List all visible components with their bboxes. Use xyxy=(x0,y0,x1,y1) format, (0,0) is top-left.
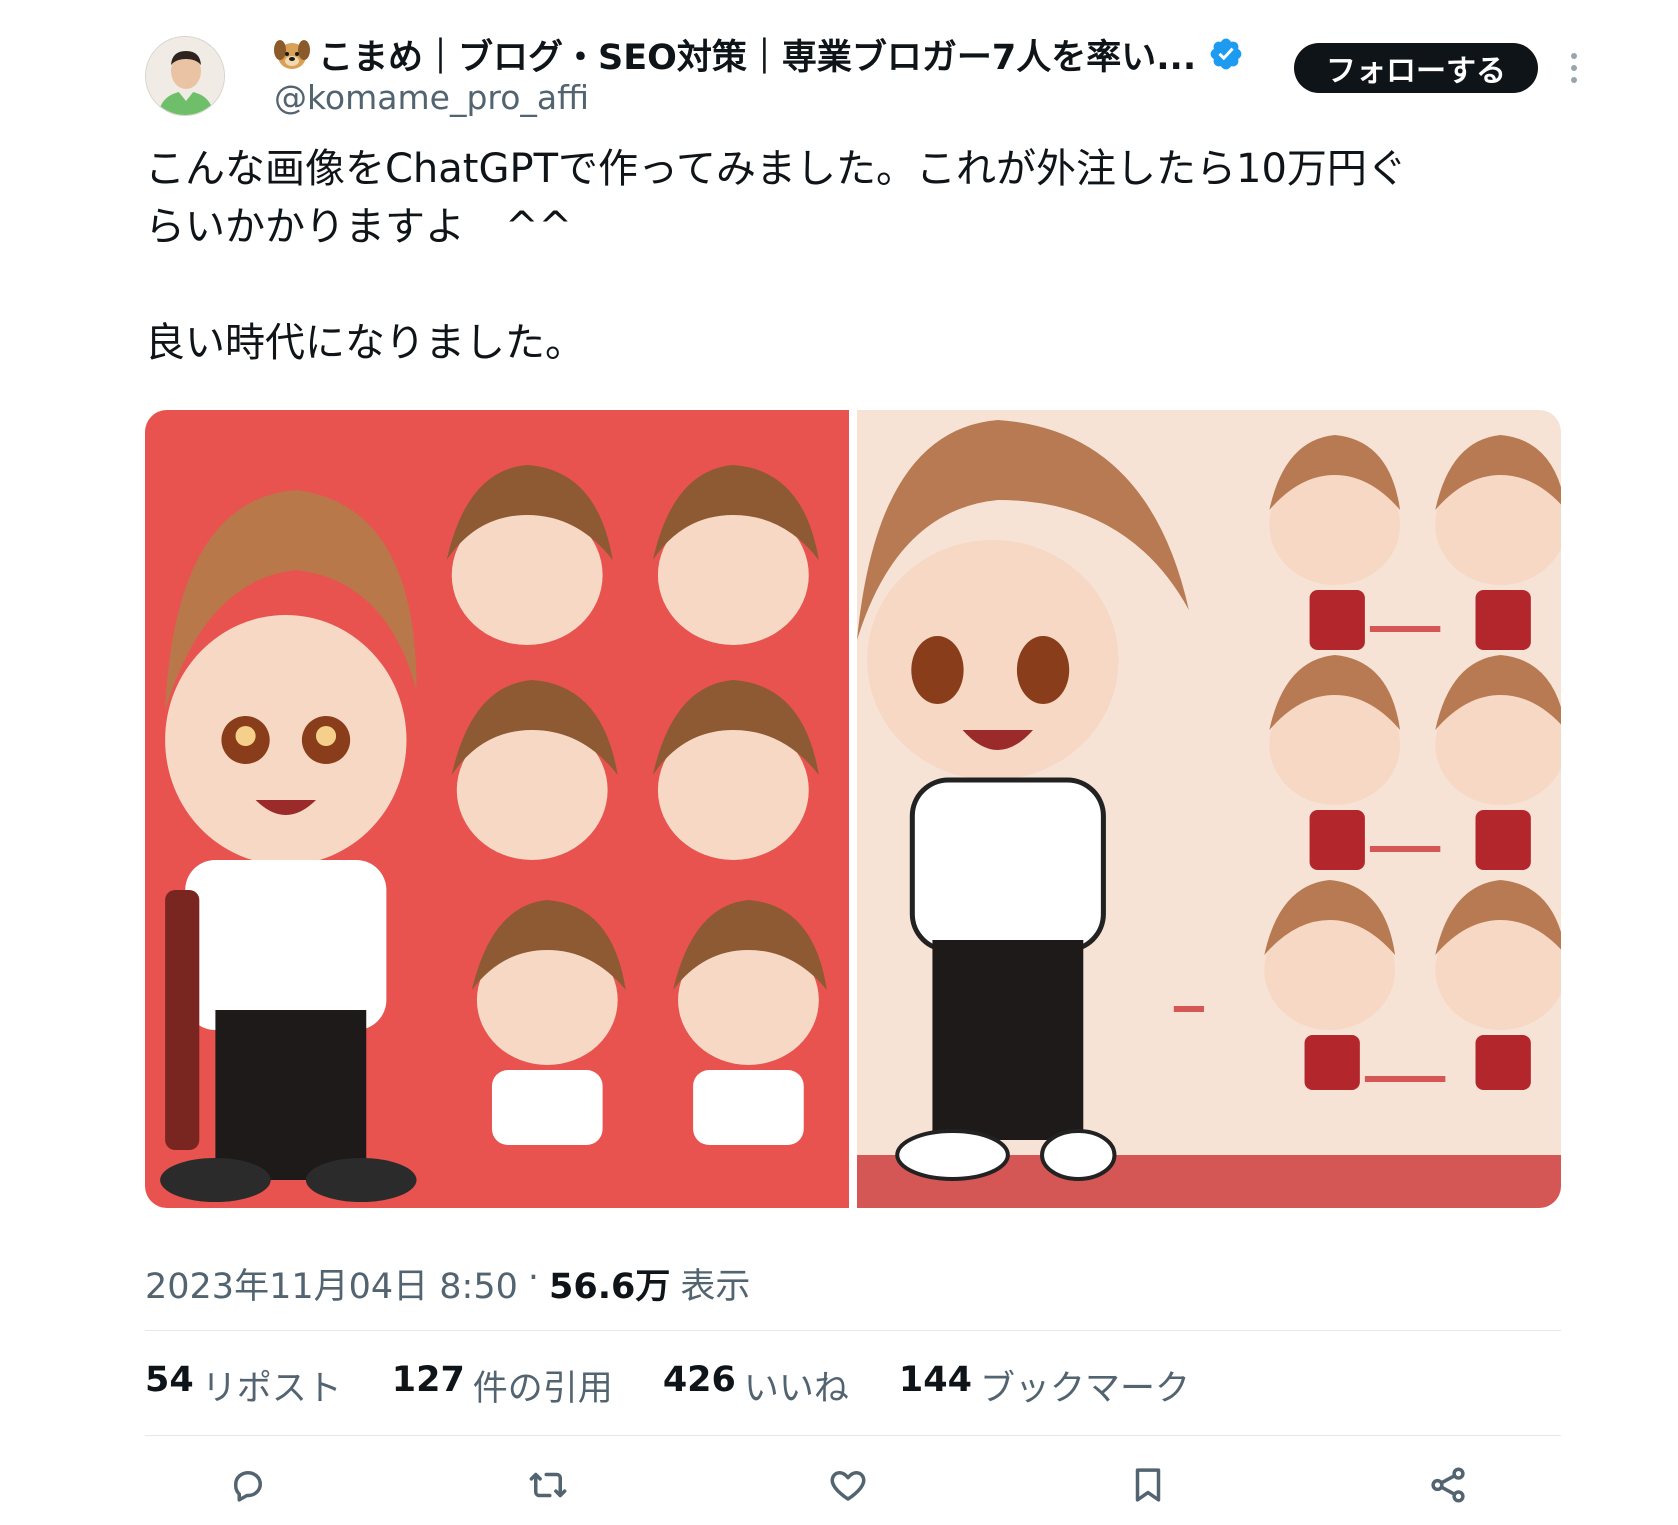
media-image-right[interactable] xyxy=(857,410,1561,1208)
views-label: 表示 xyxy=(680,1267,751,1307)
bookmark-button[interactable] xyxy=(1118,1455,1178,1515)
divider xyxy=(145,1330,1561,1331)
stat-likes[interactable]: 426 いいね xyxy=(663,1360,849,1411)
like-button[interactable] xyxy=(818,1455,878,1515)
more-vertical-icon xyxy=(1571,53,1577,83)
stat-quotes[interactable]: 127 件の引用 xyxy=(392,1360,613,1411)
stat-number: 144 xyxy=(898,1360,972,1400)
verified-badge-icon xyxy=(1208,36,1244,72)
divider xyxy=(145,1435,1561,1436)
follow-button[interactable]: フォローする xyxy=(1294,43,1538,93)
reply-button[interactable] xyxy=(218,1455,278,1515)
tweet-meta: 2023年11月04日 8:50 · 56.6万 表示 xyxy=(145,1258,750,1309)
stat-number: 426 xyxy=(662,1360,736,1400)
share-icon xyxy=(1431,1467,1465,1503)
tweet-actions xyxy=(145,1455,1561,1515)
reply-icon xyxy=(234,1471,262,1502)
share-button[interactable] xyxy=(1418,1455,1478,1515)
tweet: こまめ｜ブログ・SEO対策｜専業ブロガー7人を率い... @komame_pro… xyxy=(0,0,1678,1525)
stat-label: 件の引用 xyxy=(472,1369,613,1409)
stat-label: ブックマーク xyxy=(979,1369,1190,1409)
more-options-button[interactable] xyxy=(1556,46,1592,90)
stat-label: リポスト xyxy=(201,1369,342,1409)
tweet-text: こんな画像をChatGPTで作ってみました。これが外注したら10万円ぐ らいかか… xyxy=(145,140,1565,372)
tweet-media xyxy=(145,410,1561,1208)
stat-number: 127 xyxy=(391,1360,465,1400)
like-icon xyxy=(830,1471,866,1501)
dog-face-icon xyxy=(272,34,312,74)
author-avatar[interactable] xyxy=(145,36,225,116)
tweet-text-line: らいかかりますよ ^^ xyxy=(145,204,573,250)
bookmark-icon xyxy=(1135,1468,1161,1502)
views-count: 56.6万 xyxy=(549,1267,671,1307)
repost-button[interactable] xyxy=(518,1455,578,1515)
stat-number: 54 xyxy=(145,1360,194,1400)
media-image-left[interactable] xyxy=(145,410,849,1208)
tweet-text-line: こんな画像をChatGPTで作ってみました。これが外注したら10万円ぐ xyxy=(145,146,1407,192)
stat-reposts[interactable]: 54 リポスト xyxy=(145,1360,342,1411)
author-name-row[interactable]: こまめ｜ブログ・SEO対策｜専業ブロガー7人を率い... xyxy=(272,28,1244,80)
repost-icon xyxy=(529,1472,567,1498)
author-handle[interactable]: @komame_pro_affi xyxy=(274,78,589,117)
tweet-timestamp[interactable]: 2023年11月04日 8:50 xyxy=(145,1258,518,1309)
stat-bookmarks[interactable]: 144 ブックマーク xyxy=(899,1360,1190,1411)
meta-separator: · xyxy=(527,1258,540,1298)
tweet-text-line: 良い時代になりました。 xyxy=(145,320,585,366)
stat-label: いいね xyxy=(743,1369,849,1409)
author-display-name[interactable]: こまめ｜ブログ・SEO対策｜専業ブロガー7人を率い... xyxy=(318,29,1196,80)
tweet-stats: 54 リポスト 127 件の引用 426 いいね 144 ブックマーク xyxy=(145,1360,1190,1411)
